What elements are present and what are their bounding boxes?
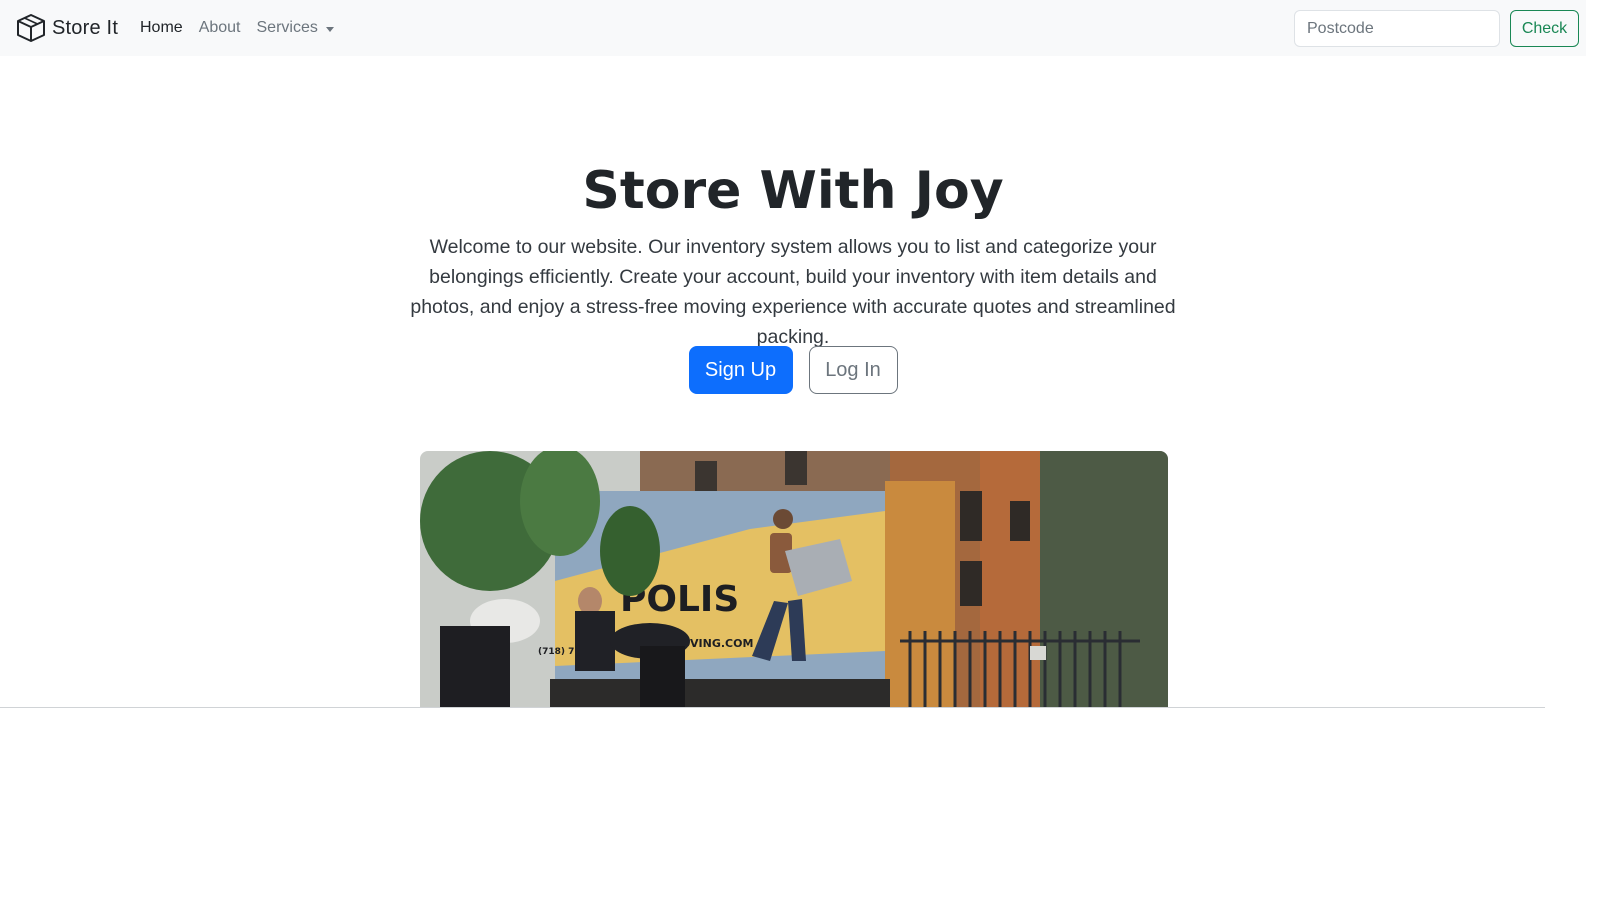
hero-lead: Welcome to our website. Our inventory sy… — [410, 236, 1176, 348]
nav-link-services-label: Services — [256, 19, 318, 36]
brand-link[interactable]: Store It — [16, 12, 118, 44]
nav-links: Home About Services — [140, 0, 350, 56]
nav-link-about[interactable]: About — [199, 19, 241, 37]
sign-up-button[interactable]: Sign Up — [688, 346, 793, 394]
log-in-button[interactable]: Log In — [808, 346, 898, 394]
hero-title: Store With Joy — [582, 161, 1004, 221]
nav-link-services[interactable]: Services — [257, 19, 334, 37]
navbar: Store It Home About Services Check — [0, 0, 1586, 56]
hero-button-group: Sign Up Log In — [0, 346, 1586, 394]
brand-name: Store It — [52, 16, 119, 39]
check-button[interactable]: Check — [1510, 10, 1579, 47]
page-divider — [0, 707, 1545, 708]
moving-truck-photo: POLIS MOVING.COM (718) 7..520 • — [420, 451, 1168, 707]
caret-down-icon — [325, 26, 334, 32]
hero-image: POLIS MOVING.COM (718) 7..520 • — [420, 451, 1168, 707]
nav-link-home[interactable]: Home — [140, 19, 183, 37]
box-icon — [17, 14, 45, 42]
postcode-input[interactable] — [1294, 10, 1500, 47]
